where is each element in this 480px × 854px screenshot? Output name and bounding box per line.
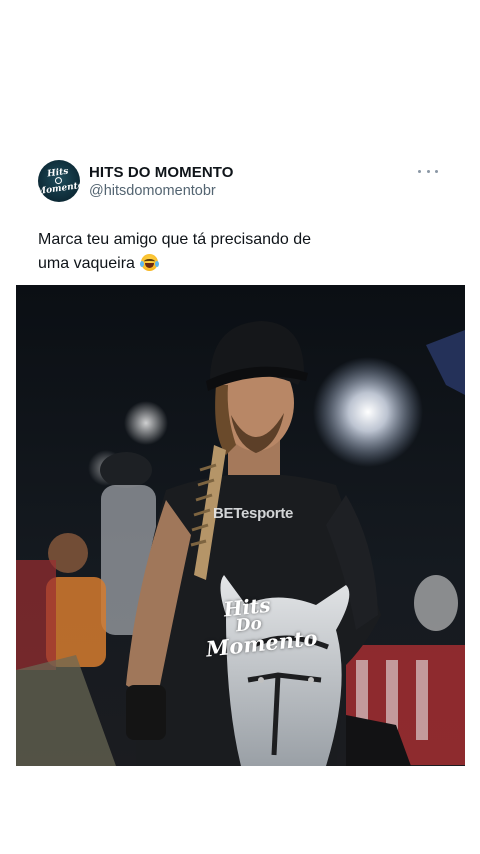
- video-frame: [16, 285, 465, 766]
- post-header: Hits Momento HITS DO MOMENTO @hitsdomome…: [38, 160, 448, 206]
- avatar-logo: Hits Momento: [38, 166, 80, 198]
- post-video[interactable]: BETesporte Hits Do Momento: [16, 285, 465, 766]
- post-text-line-1: Marca teu amigo que tá precisando de: [38, 231, 312, 248]
- watermark-logo: Hits Do Momento: [204, 592, 319, 662]
- post-text-line-2: uma vaqueira: [38, 255, 135, 272]
- shirt-logo-text: BETesporte: [213, 505, 294, 522]
- author-handle[interactable]: @hitsdomomentobr: [89, 183, 216, 199]
- laughing-emoji-icon: [140, 254, 160, 271]
- avatar[interactable]: Hits Momento: [38, 160, 80, 202]
- more-options-icon[interactable]: [418, 166, 438, 176]
- author-display-name[interactable]: HITS DO MOMENTO: [89, 164, 234, 181]
- post-text: Marca teu amigo que tá precisando de uma…: [38, 228, 448, 276]
